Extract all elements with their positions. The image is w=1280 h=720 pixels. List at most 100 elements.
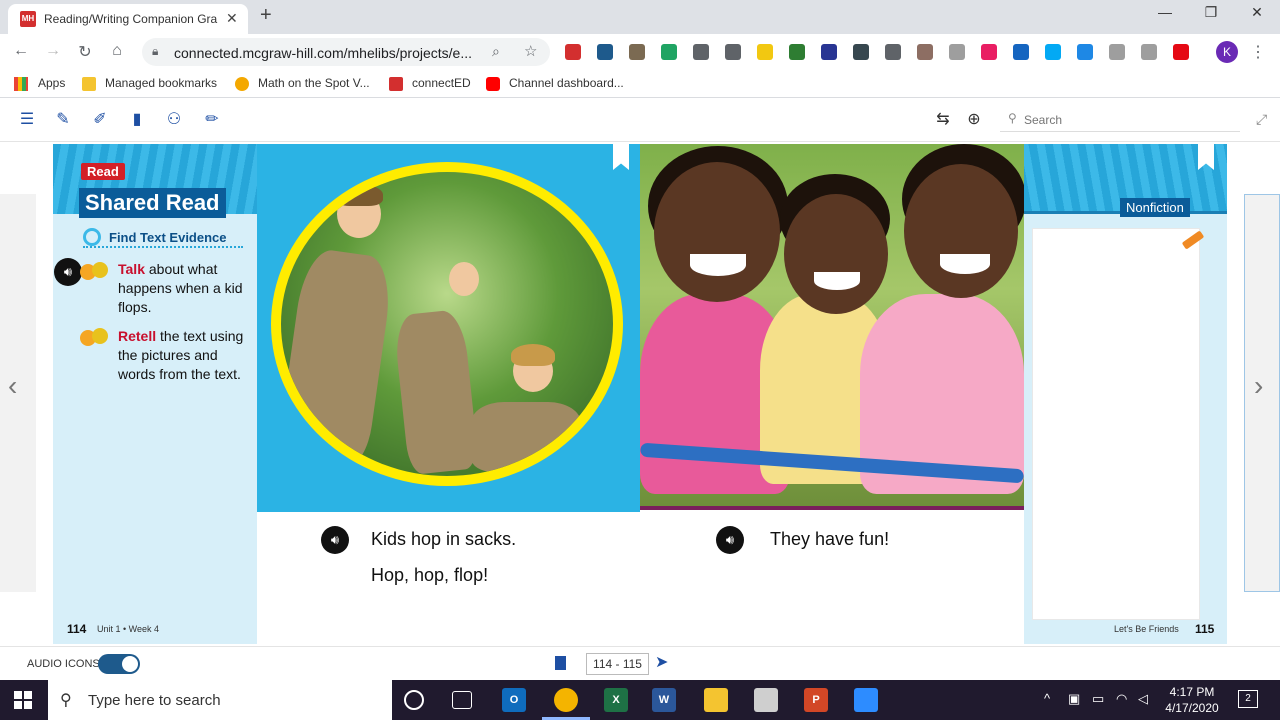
chrome-icon[interactable]: [554, 688, 578, 712]
highlighter-icon[interactable]: ✎: [53, 110, 73, 130]
pen-icon[interactable]: ✐: [90, 110, 110, 130]
folder-icon: [82, 77, 96, 91]
tab-close-icon[interactable]: ✕: [226, 10, 238, 27]
taskbar-clock[interactable]: 4:17 PM 4/17/2020: [1160, 684, 1224, 716]
np-icon[interactable]: [1141, 44, 1157, 60]
badge-icon[interactable]: [725, 44, 741, 60]
audio-icons-label: AUDIO ICONS:: [27, 658, 103, 670]
search-icon: ⚲: [60, 692, 72, 709]
drive-outline-icon[interactable]: [1109, 44, 1125, 60]
grid-icon[interactable]: [789, 44, 805, 60]
reload-icon[interactable]: ↻: [74, 42, 96, 62]
page-range-field[interactable]: [586, 653, 649, 675]
right-margin-column: Nonfiction Let's Be Friends 115: [1024, 144, 1227, 644]
user-settings-icon[interactable]: ⚇: [164, 110, 184, 130]
girl-1-smile: [690, 254, 746, 276]
right-page-number: 115: [1195, 622, 1215, 636]
bookmark-connected[interactable]: connectED: [412, 76, 471, 90]
bookmark-managed[interactable]: Managed bookmarks: [105, 76, 217, 90]
scissors-icon[interactable]: [693, 44, 709, 60]
puzzle-icon[interactable]: [1013, 44, 1029, 60]
word-icon[interactable]: W: [652, 688, 676, 712]
right-page: 🔊︎ They have fun! Nonfiction Let's Be Fr…: [640, 144, 1227, 644]
notifications-icon[interactable]: 2: [1238, 690, 1258, 708]
note-panel[interactable]: [1032, 228, 1200, 620]
zoom-in-icon[interactable]: ⊕: [964, 110, 984, 130]
notes-icon[interactable]: [757, 44, 773, 60]
connected-icon: [389, 77, 403, 91]
girls-photo: [640, 144, 1024, 510]
time: 4:17 PM: [1169, 685, 1215, 699]
left-side-panel: [0, 194, 36, 592]
tray-chevron-icon[interactable]: ^: [1044, 691, 1050, 706]
fit-width-icon[interactable]: ⇆: [933, 110, 953, 130]
notebook-icon[interactable]: ▮: [127, 110, 147, 130]
tray-app-icon[interactable]: ▣: [1068, 691, 1080, 707]
face-icon[interactable]: [917, 44, 933, 60]
find-text-evidence: Find Text Evidence: [83, 228, 243, 248]
find-text-evidence-label: Find Text Evidence: [109, 230, 227, 245]
bookmark-channel-dashboard[interactable]: Channel dashboard...: [509, 76, 624, 90]
powerpoint-icon[interactable]: P: [804, 688, 828, 712]
share-icon[interactable]: [1077, 44, 1093, 60]
browser-tab[interactable]: MH Reading/Writing Companion Gra ✕: [8, 4, 248, 34]
browser-tab-strip: MH Reading/Writing Companion Gra ✕ + — ❐…: [0, 0, 1280, 34]
go-to-page-icon[interactable]: ➤: [655, 652, 668, 672]
girl-1-head: [654, 162, 780, 302]
minimize-button[interactable]: —: [1142, 4, 1188, 20]
table-of-contents-icon[interactable]: ☰: [17, 110, 37, 130]
profile-avatar[interactable]: K: [1216, 41, 1238, 63]
task-view-icon[interactable]: [452, 691, 472, 709]
windows-start-icon[interactable]: [14, 691, 32, 709]
fullscreen-icon[interactable]: ⤢: [1256, 111, 1267, 128]
page-view-icon[interactable]: [555, 656, 566, 670]
pencil-icon[interactable]: ✏: [202, 110, 222, 130]
sack-race-photo: [257, 144, 640, 512]
netflix-icon[interactable]: [1173, 44, 1189, 60]
taskbar-search[interactable]: ⚲ Type here to search: [48, 680, 392, 720]
cortana-icon[interactable]: [404, 690, 424, 710]
close-window-button[interactable]: ✕: [1234, 4, 1280, 21]
tab-title: Reading/Writing Companion Gra: [44, 12, 218, 26]
shield-icon[interactable]: [597, 44, 613, 60]
audio-icons-toggle[interactable]: [98, 654, 140, 674]
adblock-icon[interactable]: [565, 44, 581, 60]
excel-icon[interactable]: X: [604, 688, 628, 712]
audio-play-icon[interactable]: 🔊︎: [321, 526, 349, 554]
bookmark-apps[interactable]: Apps: [38, 76, 65, 90]
outlook-icon[interactable]: O: [502, 688, 526, 712]
camera-icon[interactable]: [885, 44, 901, 60]
file-explorer-icon[interactable]: [704, 688, 728, 712]
forward-icon[interactable]: →: [42, 42, 64, 60]
new-tab-button[interactable]: +: [260, 4, 272, 27]
address-bar[interactable]: 🔒︎ connected.mcgraw-hill.com/mhelibs/pro…: [142, 38, 550, 66]
screenshot-icon[interactable]: [949, 44, 965, 60]
page-bookmark-icon[interactable]: [613, 144, 629, 170]
audio-play-icon[interactable]: 🔊︎: [716, 526, 744, 554]
menu-kebab-icon[interactable]: ⋮: [1250, 42, 1266, 62]
dots-icon[interactable]: [853, 44, 869, 60]
t-icon[interactable]: [981, 44, 997, 60]
volume-icon[interactable]: ◁: [1138, 691, 1148, 707]
right-story-text: 🔊︎ They have fun!: [640, 514, 1024, 644]
section-title: Shared Read: [79, 188, 226, 218]
restore-button[interactable]: ❐: [1188, 4, 1234, 21]
drive-icon[interactable]: [661, 44, 677, 60]
back-icon[interactable]: ←: [10, 42, 32, 60]
battery-icon[interactable]: ▭: [1092, 691, 1104, 707]
wifi-icon[interactable]: ◠: [1116, 691, 1127, 707]
search-input[interactable]: [1024, 111, 1224, 129]
k-icon[interactable]: [821, 44, 837, 60]
home-icon[interactable]: ⌂: [106, 42, 128, 60]
bookmark-math-on-the-spot[interactable]: Math on the Spot V...: [258, 76, 370, 90]
app-icon[interactable]: [754, 688, 778, 712]
bookmark-star-icon[interactable]: ☆: [524, 42, 537, 60]
reader-icon[interactable]: [629, 44, 645, 60]
zoom-icon[interactable]: ⌕: [492, 43, 500, 60]
zoom-app-icon[interactable]: [854, 688, 878, 712]
previous-page-icon[interactable]: ‹: [8, 370, 17, 402]
audio-play-icon[interactable]: 🔊︎: [54, 258, 82, 286]
windows-icon[interactable]: [1045, 44, 1061, 60]
next-page-icon[interactable]: ›: [1254, 370, 1263, 402]
magnifier-icon: [83, 228, 101, 246]
